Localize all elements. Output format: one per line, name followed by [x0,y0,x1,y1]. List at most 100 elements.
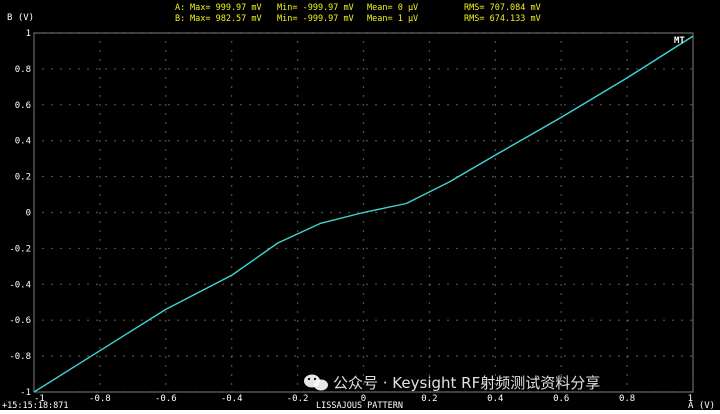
grid-dot [165,293,167,295]
grid-dot [204,391,206,393]
grid-dot [321,32,323,34]
grid-dot [231,158,233,160]
grid-dot [267,355,269,357]
grid-dot [33,176,35,178]
grid-dot [33,275,35,277]
grid-dot [296,104,299,106]
grid-dot [362,284,365,286]
grid-dot [231,257,233,259]
grid-dot [267,391,269,393]
grid-dot [494,113,496,115]
grid-dot [231,86,233,88]
grid-dot [249,140,251,142]
grid-dot [600,104,602,106]
grid-dot [654,32,656,34]
grid-dot [692,140,694,142]
grid-dot [654,355,656,357]
grid-dot [645,211,647,214]
grid-dot [231,140,233,142]
grid-dot [159,211,161,214]
grid-dot [105,355,107,357]
grid-dot [33,140,35,142]
grid-dot [692,311,694,313]
grid-dot [672,319,674,321]
grid-dot [165,257,167,259]
grid-dot [681,211,683,214]
grid-dot [357,355,359,357]
grid-dot [60,211,62,214]
grid-dot [296,347,299,349]
grid-dot [165,86,167,88]
grid-dot [428,257,431,259]
grid-dot [560,41,562,43]
grid-dot [636,391,638,393]
grid-dot [141,391,143,393]
grid-dot [267,140,269,142]
grid-dot [627,175,629,178]
grid-dot [141,68,143,70]
x-tick-label: 0.4 [487,394,503,404]
grid-dot [296,266,299,268]
grid-dot [429,175,431,178]
grid-dot [560,50,562,52]
grid-dot [33,257,35,259]
grid-dot [33,356,35,358]
grid-dot [411,68,413,70]
grid-dot [195,68,197,70]
grid-dot [267,319,269,321]
grid-dot [645,140,647,142]
grid-dot [141,104,143,106]
grid-dot [560,158,562,160]
grid-dot [99,95,101,97]
grid-dot [99,221,101,223]
grid-dot [402,140,404,142]
grid-dot [114,104,116,106]
grid-dot [114,319,116,321]
grid-dot [231,311,233,313]
grid-dot [375,104,377,106]
grid-dot [537,175,539,178]
grid-dot [177,391,179,393]
grid-dot [69,140,71,142]
grid-dot [420,319,422,321]
grid-dot [428,86,431,88]
grid-dot [99,176,101,178]
grid-dot [663,32,665,34]
grid-dot [626,113,628,115]
grid-dot [591,355,593,357]
grid-dot [692,356,694,358]
grid-dot [312,68,314,70]
y-axis-title: B (V) [7,13,34,23]
grid-dot [393,247,395,250]
grid-dot [465,355,467,357]
grid-dot [60,140,62,142]
grid-dot [285,283,287,285]
grid-dot [494,248,496,250]
grid-dot [692,203,694,205]
grid-dot [222,32,224,34]
grid-dot [69,391,71,393]
grid-dot [42,68,44,70]
grid-dot [348,211,350,214]
grid-dot [560,140,562,142]
grid-dot [366,104,368,106]
grid-dot [636,247,638,250]
grid-dot [692,383,694,385]
grid-dot [69,319,71,321]
grid-dot [692,230,694,232]
grid-dot [560,275,562,277]
grid-dot [429,283,431,285]
grid-dot [168,391,170,393]
grid-dot [411,32,413,34]
grid-dot [132,175,134,178]
grid-dot [249,319,251,321]
grid-dot [627,211,629,214]
grid-dot [285,211,287,214]
grid-dot [159,319,161,321]
pattern-label: LISSAJOUS PATTERN [316,401,403,410]
y-tick-label: -0.4 [9,280,31,290]
grid-dot [393,175,395,178]
grid-dot [339,211,341,214]
grid-dot [672,355,674,357]
grid-dot [357,32,359,34]
